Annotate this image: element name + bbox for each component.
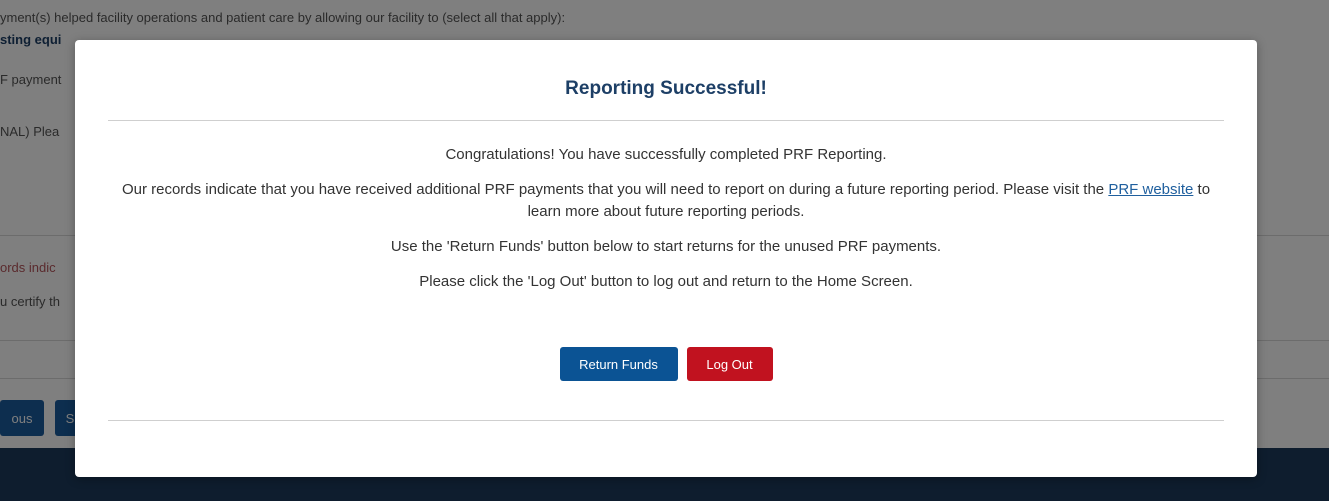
additional-payments-text-start: Our records indicate that you have recei… <box>121 181 1105 198</box>
return-funds-button[interactable]: Return Funds <box>559 347 678 381</box>
prf-website-link[interactable]: PRF website <box>1108 181 1193 198</box>
reporting-success-dialog: Reporting Successful! Congratulations! Y… <box>75 40 1257 477</box>
return-funds-instructions: Use the 'Return Funds' button below to s… <box>390 238 942 255</box>
dialog-divider-bottom <box>108 420 1224 421</box>
log-out-button[interactable]: Log Out <box>686 347 773 381</box>
dialog-title: Reporting Successful! <box>565 78 767 99</box>
log-out-instructions: Please click the 'Log Out' button to log… <box>419 273 913 290</box>
dialog-body: Congratulations! You have successfully c… <box>115 144 1217 306</box>
additional-payments-text: Our records indicate that you have recei… <box>115 179 1217 223</box>
congratulations-text: Congratulations! You have successfully c… <box>445 146 887 163</box>
dialog-divider-top <box>108 120 1224 121</box>
dialog-actions: Return Funds Log Out <box>75 347 1257 381</box>
